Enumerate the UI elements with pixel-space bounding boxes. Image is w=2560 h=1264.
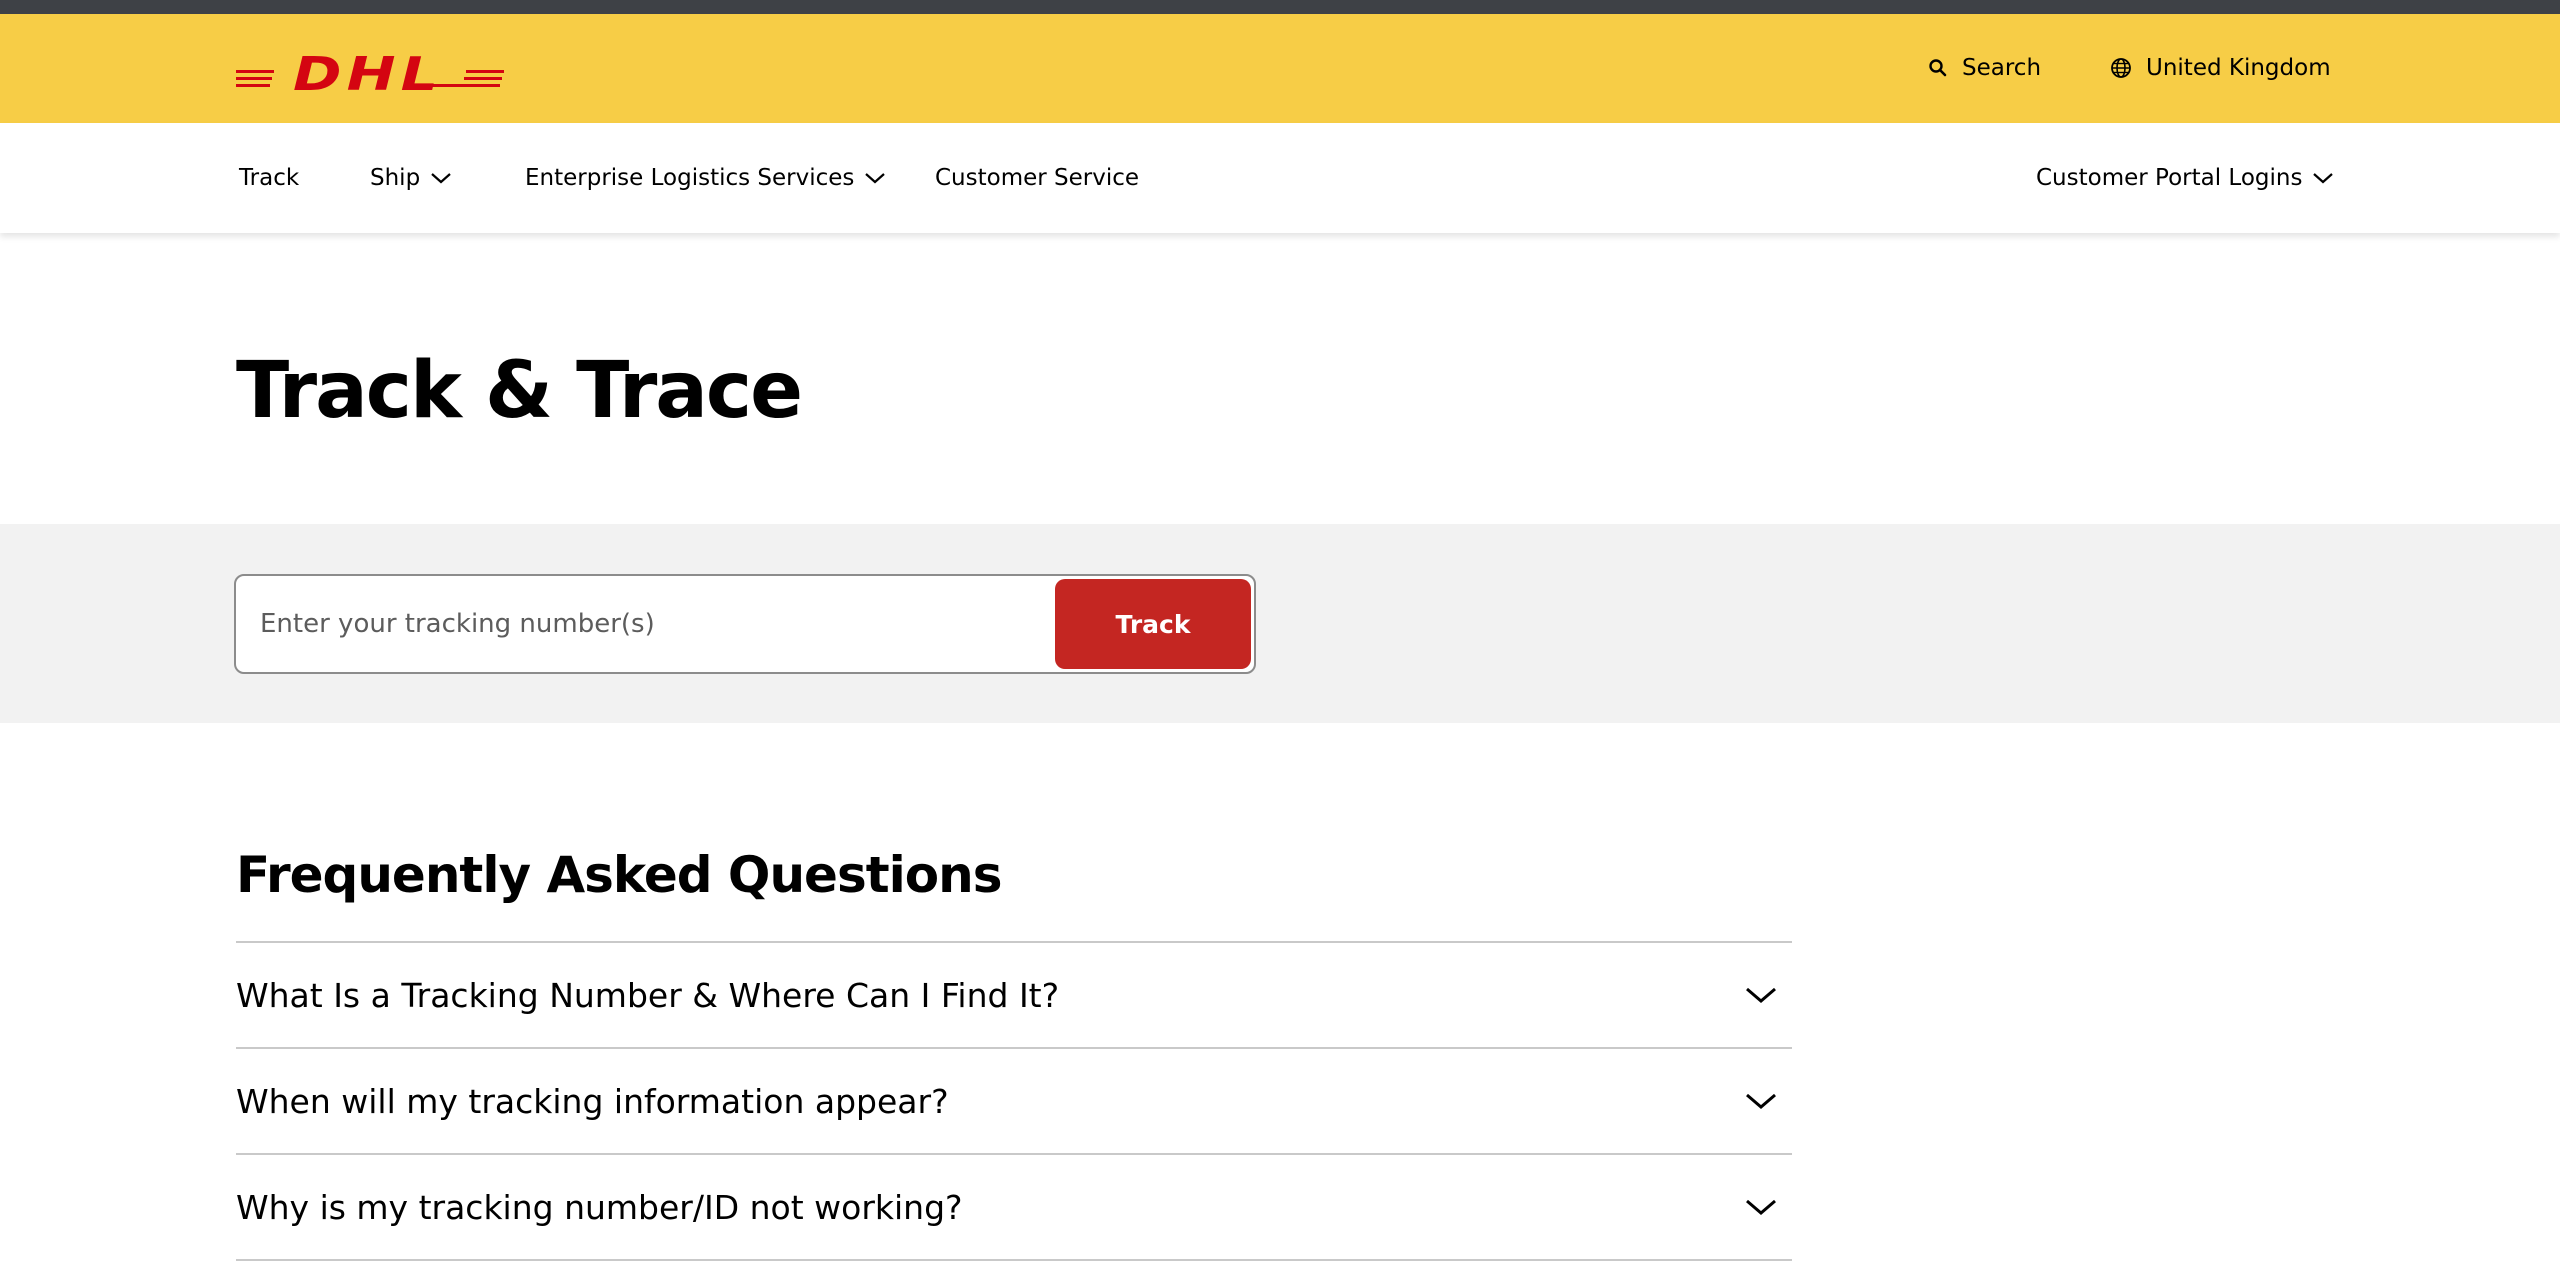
main-nav: Track Ship Enterprise Logistics Services… — [0, 123, 2560, 233]
faq-item[interactable]: What Is a Tracking Number & Where Can I … — [236, 943, 1792, 1049]
faq-question: When will my tracking information appear… — [236, 1081, 949, 1121]
nav-item-label: Customer Service — [935, 165, 1140, 191]
chevron-down-icon — [430, 171, 452, 185]
nav-item-label: Enterprise Logistics Services — [525, 165, 855, 191]
faq-question: What Is a Tracking Number & Where Can I … — [236, 975, 1060, 1015]
nav-item-label: Track — [239, 165, 300, 191]
nav-item-enterprise-logistics[interactable]: Enterprise Logistics Services — [525, 161, 886, 195]
chevron-down-icon — [1744, 985, 1778, 1005]
chevron-down-icon — [1744, 1091, 1778, 1111]
faq-list: What Is a Tracking Number & Where Can I … — [236, 941, 1792, 1261]
nav-item-customer-portal-logins[interactable]: Customer Portal Logins — [2036, 161, 2334, 195]
top-strip — [0, 0, 2560, 14]
tracking-form: Track — [234, 574, 1256, 674]
globe-icon — [2110, 57, 2132, 79]
header-search-link[interactable]: Search — [1928, 52, 2041, 84]
nav-item-customer-service[interactable]: Customer Service — [935, 161, 1139, 195]
nav-item-label: Ship — [370, 165, 421, 191]
search-icon — [1928, 58, 1948, 78]
country-selector[interactable]: United Kingdom — [2110, 52, 2331, 84]
nav-item-ship[interactable]: Ship — [370, 161, 452, 195]
chevron-down-icon — [2312, 171, 2334, 185]
faq-heading: Frequently Asked Questions — [236, 846, 1002, 904]
search-label: Search — [1962, 55, 2042, 81]
nav-item-track[interactable]: Track — [239, 161, 299, 195]
chevron-down-icon — [864, 171, 886, 185]
nav-item-label: Customer Portal Logins — [2036, 165, 2303, 191]
dhl-logo[interactable]: DHL — [236, 47, 504, 102]
track-button[interactable]: Track — [1055, 579, 1251, 669]
svg-text:DHL: DHL — [293, 48, 443, 101]
faq-question: Why is my tracking number/ID not working… — [236, 1187, 963, 1227]
faq-item[interactable]: When will my tracking information appear… — [236, 1049, 1792, 1155]
country-label: United Kingdom — [2146, 55, 2331, 81]
tracking-number-input[interactable] — [250, 590, 1050, 658]
chevron-down-icon — [1744, 1197, 1778, 1217]
faq-item[interactable]: Why is my tracking number/ID not working… — [236, 1155, 1792, 1261]
page-title: Track & Trace — [236, 346, 803, 436]
site-header: DHL Search United Kingdom — [0, 14, 2560, 123]
